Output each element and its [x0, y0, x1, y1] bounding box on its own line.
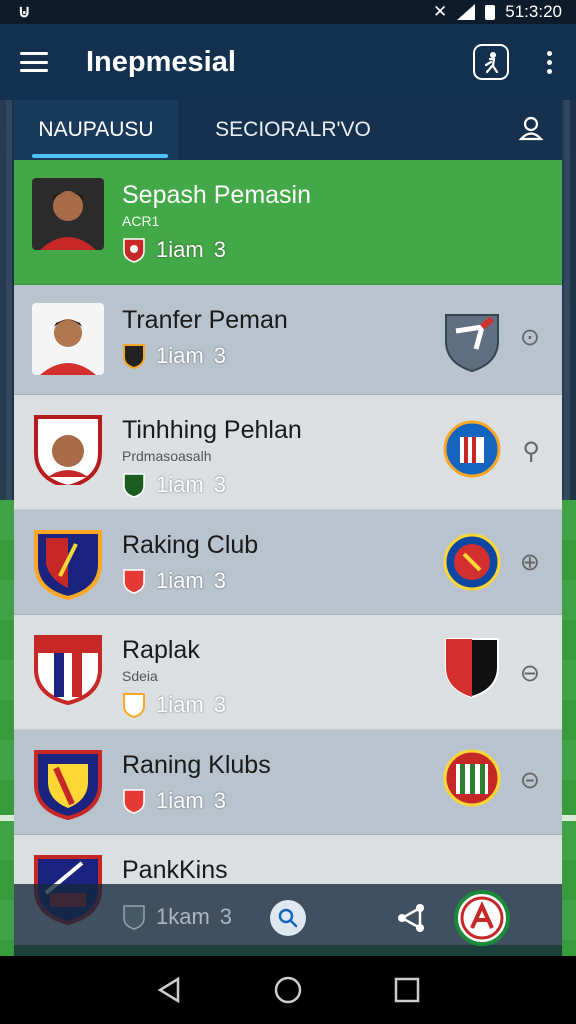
list-item[interactable]: Raking Club 1iam 3 ⊕: [14, 510, 562, 615]
meta-label: 1iam: [156, 787, 204, 813]
club-logo: [32, 748, 104, 820]
meta-label: 1iam: [156, 691, 204, 717]
tab-naupausu[interactable]: NAUPAUSU: [14, 100, 178, 160]
meta-count: 3: [213, 787, 226, 813]
side-icon: ⊕: [519, 549, 540, 576]
status-bar: ⊍ ✕ 51:3:20: [0, 0, 576, 24]
side-icon: ⊙: [519, 324, 540, 351]
meta-label: 1iam: [156, 471, 204, 497]
user-icon[interactable]: [518, 115, 544, 146]
list-item[interactable]: Sepash Pemasin ACR1 1iam 3: [14, 160, 562, 285]
club-badge-icon: [123, 788, 145, 814]
tab-bar: NAUPAUSU SECIORALR'VO: [14, 100, 562, 160]
status-time: 51:3:20: [505, 2, 562, 21]
round-crest-icon: [443, 420, 501, 478]
meta-count: 3: [213, 471, 226, 497]
meta-count: 3: [213, 342, 226, 368]
more-vertical-icon[interactable]: [543, 47, 556, 78]
side-icon: ⊝: [519, 767, 540, 794]
mute-icon: ✕: [433, 2, 448, 21]
app-bar: Inepmesial: [0, 24, 576, 100]
share-icon[interactable]: [394, 900, 430, 941]
recents-icon[interactable]: [394, 977, 420, 1003]
meta-count: 3: [219, 904, 233, 929]
round-crest-icon: [443, 533, 501, 591]
club-badge-icon: [123, 568, 145, 594]
club-logo: [32, 528, 104, 600]
meta-label: 1iam: [156, 342, 204, 368]
player-avatar: [32, 303, 104, 375]
ranking-list: Sepash Pemasin ACR1 1iam 3 Tranfer Peman…: [14, 160, 562, 945]
home-icon[interactable]: [274, 976, 302, 1004]
tab-secioralrvo[interactable]: SECIORALR'VO: [178, 100, 408, 160]
search-icon[interactable]: [270, 900, 306, 936]
meta-count: 3: [213, 567, 226, 593]
green-crest-icon: [443, 749, 501, 807]
club-logo: [32, 633, 104, 705]
meta-label: 1iam: [156, 567, 204, 593]
meta-count: 3: [213, 236, 226, 262]
list-item[interactable]: Raplak Sdeia 1iam 3 ⊖: [14, 615, 562, 730]
club-badge-icon: [123, 472, 145, 498]
shield-crest-icon: [445, 314, 499, 373]
meta-label: 1kam: [156, 904, 210, 929]
list-item-title: PankKins: [122, 856, 228, 884]
list-item[interactable]: Raning Klubs 1iam 3 ⊝: [14, 730, 562, 835]
side-icon: ⊖: [519, 660, 540, 687]
club-crest-button[interactable]: [454, 890, 510, 946]
list-item[interactable]: Tinhhing Pehlan Prdmasoasalh 1iam 3 ⚲: [14, 395, 562, 510]
list-item-subtitle: ACR1: [122, 212, 160, 229]
meta-count: 3: [213, 691, 226, 717]
player-avatar: [32, 178, 104, 250]
club-badge-icon: [123, 692, 145, 718]
club-logo: [32, 413, 104, 485]
list-item[interactable]: Tranfer Peman 1iam 3 ⊙: [14, 285, 562, 395]
back-icon[interactable]: [156, 976, 182, 1004]
battery-icon: [485, 4, 496, 20]
tab-label: NAUPAUSU: [38, 118, 154, 141]
tab-label: SECIORALR'VO: [215, 118, 371, 141]
club-badge-icon: [123, 343, 145, 369]
page-title: Inepmesial: [86, 45, 236, 78]
shield-crest-icon: [445, 638, 499, 699]
bottom-navigation: 1kam 3: [14, 884, 562, 956]
club-badge-icon: [123, 905, 145, 930]
menu-icon[interactable]: [20, 52, 48, 72]
system-navigation-bar: [0, 956, 576, 1024]
list-item-meta: 1kam 3: [122, 904, 232, 930]
list-item-meta: 1iam 3: [122, 237, 546, 263]
player-profile-icon[interactable]: [473, 44, 509, 80]
side-icon: ⚲: [522, 438, 540, 465]
meta-label: 1iam: [156, 236, 204, 262]
signal-icon: [457, 4, 476, 20]
list-item-title: Sepash Pemasin: [122, 181, 312, 209]
notification-icon: ⊍: [18, 2, 31, 21]
club-badge-icon: [123, 237, 145, 263]
